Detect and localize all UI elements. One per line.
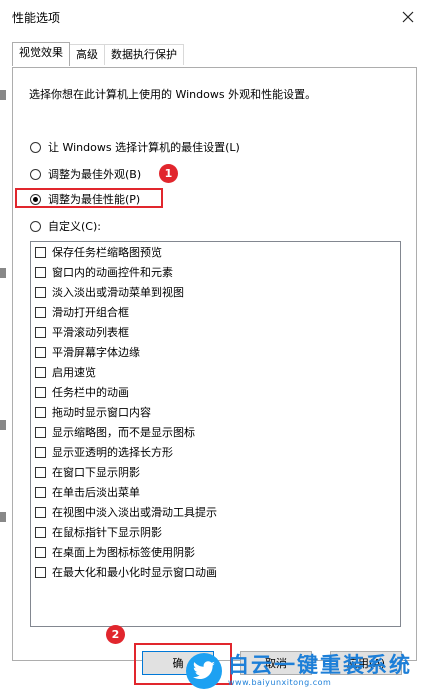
effect-label: 平滑屏幕字体边缘 bbox=[52, 346, 140, 359]
radio-indicator bbox=[30, 220, 41, 232]
checkbox[interactable] bbox=[35, 306, 46, 318]
radio-indicator bbox=[30, 168, 41, 180]
radio-indicator-checked bbox=[30, 193, 41, 205]
radio-label: 自定义(C): bbox=[48, 220, 101, 233]
effect-label: 滑动打开组合框 bbox=[52, 306, 129, 319]
effects-list[interactable]: 保存任务栏缩略图预览 窗口内的动画控件和元素 淡入淡出或滑动菜单到视图 滑动打开… bbox=[30, 241, 401, 627]
checkbox[interactable] bbox=[35, 426, 46, 438]
checkbox[interactable] bbox=[35, 546, 46, 558]
effect-item[interactable]: 启用速览 bbox=[31, 362, 400, 382]
checkbox[interactable] bbox=[35, 446, 46, 458]
radio-let-windows-choose[interactable]: 让 Windows 选择计算机的最佳设置(L) bbox=[30, 138, 240, 156]
effect-item[interactable]: 保存任务栏缩略图预览 bbox=[31, 242, 400, 262]
radio-custom[interactable]: 自定义(C): bbox=[30, 217, 101, 235]
effect-item[interactable]: 在鼠标指针下显示阴影 bbox=[31, 522, 400, 542]
effect-label: 拖动时显示窗口内容 bbox=[52, 406, 151, 419]
close-icon bbox=[402, 11, 414, 23]
effect-label: 显示缩略图，而不是显示图标 bbox=[52, 426, 195, 439]
visual-effects-panel: 选择你想在此计算机上使用的 Windows 外观和性能设置。 让 Windows… bbox=[12, 67, 417, 661]
effect-item[interactable]: 在最大化和最小化时显示窗口动画 bbox=[31, 562, 400, 582]
bird-logo-icon bbox=[186, 653, 222, 689]
radio-label: 调整为最佳外观(B) bbox=[48, 168, 142, 181]
checkbox[interactable] bbox=[35, 366, 46, 378]
checkbox[interactable] bbox=[35, 526, 46, 538]
effect-item[interactable]: 窗口内的动画控件和元素 bbox=[31, 262, 400, 282]
effect-label: 平滑滚动列表框 bbox=[52, 326, 129, 339]
effect-item[interactable]: 平滑屏幕字体边缘 bbox=[31, 342, 400, 362]
tab-dep[interactable]: 数据执行保护 bbox=[104, 44, 184, 65]
effect-item[interactable]: 平滑滚动列表框 bbox=[31, 322, 400, 342]
effect-label: 在单击后淡出菜单 bbox=[52, 486, 140, 499]
watermark-text: 白云一键重装系统 www.baiyunxitong.com bbox=[228, 655, 412, 687]
title-bar: 性能选项 bbox=[0, 0, 429, 34]
effect-label: 在最大化和最小化时显示窗口动画 bbox=[52, 566, 217, 579]
effect-label: 在鼠标指针下显示阴影 bbox=[52, 526, 162, 539]
window-title: 性能选项 bbox=[12, 11, 61, 25]
radio-label: 调整为最佳性能(P) bbox=[48, 193, 141, 206]
watermark-main-text: 白云一键重装系统 bbox=[228, 653, 412, 677]
effect-label: 淡入淡出或滑动菜单到视图 bbox=[52, 286, 184, 299]
effect-item[interactable]: 在视图中淡入淡出或滑动工具提示 bbox=[31, 502, 400, 522]
watermark: 白云一键重装系统 www.baiyunxitong.com bbox=[186, 651, 426, 691]
radio-indicator bbox=[30, 141, 41, 153]
close-button[interactable] bbox=[393, 4, 423, 30]
effect-label: 在桌面上为图标标签使用阴影 bbox=[52, 546, 195, 559]
effect-label: 窗口内的动画控件和元素 bbox=[52, 266, 173, 279]
background-edge bbox=[0, 268, 6, 278]
background-edge bbox=[0, 512, 6, 522]
checkbox[interactable] bbox=[35, 286, 46, 298]
checkbox[interactable] bbox=[35, 566, 46, 578]
checkbox[interactable] bbox=[35, 346, 46, 358]
effect-item[interactable]: 滑动打开组合框 bbox=[31, 302, 400, 322]
annotation-badge-1: 1 bbox=[159, 164, 178, 183]
effect-item[interactable]: 淡入淡出或滑动菜单到视图 bbox=[31, 282, 400, 302]
checkbox[interactable] bbox=[35, 486, 46, 498]
effect-label: 显示亚透明的选择长方形 bbox=[52, 446, 173, 459]
checkbox[interactable] bbox=[35, 246, 46, 258]
effect-item[interactable]: 显示亚透明的选择长方形 bbox=[31, 442, 400, 462]
checkbox[interactable] bbox=[35, 466, 46, 478]
watermark-url: www.baiyunxitong.com bbox=[228, 678, 332, 687]
background-edge bbox=[0, 90, 6, 100]
tab-visual-effects[interactable]: 视觉效果 bbox=[12, 42, 70, 66]
radio-best-appearance[interactable]: 调整为最佳外观(B) bbox=[30, 165, 141, 183]
checkbox[interactable] bbox=[35, 326, 46, 338]
effect-item[interactable]: 在窗口下显示阴影 bbox=[31, 462, 400, 482]
checkbox[interactable] bbox=[35, 406, 46, 418]
checkbox[interactable] bbox=[35, 266, 46, 278]
effect-label: 任务栏中的动画 bbox=[52, 386, 129, 399]
checkbox[interactable] bbox=[35, 506, 46, 518]
tab-bar: 视觉效果 高级 数据执行保护 bbox=[12, 42, 184, 66]
checkbox[interactable] bbox=[35, 386, 46, 398]
effect-item[interactable]: 在单击后淡出菜单 bbox=[31, 482, 400, 502]
radio-best-performance[interactable]: 调整为最佳性能(P) bbox=[30, 190, 140, 208]
description-text: 选择你想在此计算机上使用的 Windows 外观和性能设置。 bbox=[29, 88, 317, 101]
tab-advanced[interactable]: 高级 bbox=[69, 44, 105, 65]
effect-label: 启用速览 bbox=[52, 366, 96, 379]
effect-label: 在视图中淡入淡出或滑动工具提示 bbox=[52, 506, 217, 519]
radio-label: 让 Windows 选择计算机的最佳设置(L) bbox=[48, 141, 240, 154]
background-edge bbox=[0, 420, 6, 430]
effect-label: 保存任务栏缩略图预览 bbox=[52, 246, 162, 259]
effect-label: 在窗口下显示阴影 bbox=[52, 466, 140, 479]
effect-item[interactable]: 任务栏中的动画 bbox=[31, 382, 400, 402]
effect-item[interactable]: 显示缩略图，而不是显示图标 bbox=[31, 422, 400, 442]
effect-item[interactable]: 在桌面上为图标标签使用阴影 bbox=[31, 542, 400, 562]
effect-item[interactable]: 拖动时显示窗口内容 bbox=[31, 402, 400, 422]
annotation-badge-2: 2 bbox=[106, 625, 125, 644]
